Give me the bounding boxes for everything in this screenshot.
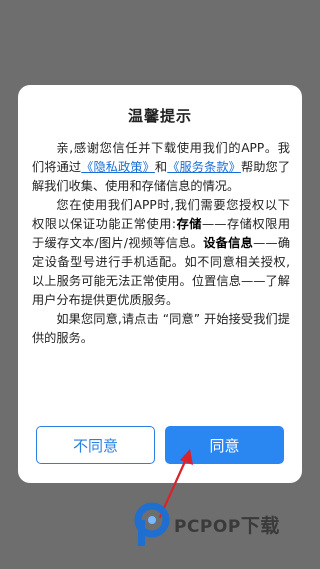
permissions-paragraph: 您在使用我们APP时,我们需要您授权以下权限以保证功能正常使用:存储——存储权限… xyxy=(32,196,290,310)
pcpop-watermark: PCPOP下载 xyxy=(133,498,280,550)
consent-paragraph: 如果您同意,请点击 “同意” 开始接受我们提供的服务。 xyxy=(32,312,290,345)
pcpop-logo-icon xyxy=(134,502,170,546)
terms-of-service-link[interactable]: 《服务条款》 xyxy=(167,160,241,174)
intro-paragraph: 亲,感谢您信任并下载使用我们的APP。我们将通过《隐私政策》和《服务条款》帮助您… xyxy=(32,139,290,196)
dialog-body: 亲,感谢您信任并下载使用我们的APP。我们将通过《隐私政策》和《服务条款》帮助您… xyxy=(32,139,290,348)
privacy-policy-link[interactable]: 《隐私政策》 xyxy=(81,160,155,174)
storage-label: 存储 xyxy=(176,217,203,231)
watermark-text-en: PCPOP xyxy=(174,516,241,537)
watermark-text: PCPOP下载 xyxy=(174,511,280,538)
privacy-dialog: 温馨提示 亲,感谢您信任并下载使用我们的APP。我们将通过《隐私政策》和《服务条… xyxy=(18,85,302,483)
disagree-button[interactable]: 不同意 xyxy=(36,426,155,464)
device-info-label: 设备信息 xyxy=(203,236,254,250)
intro-text-b: 和 xyxy=(154,160,168,174)
dialog-title: 温馨提示 xyxy=(127,107,192,125)
watermark-text-cn: 下载 xyxy=(240,514,280,537)
